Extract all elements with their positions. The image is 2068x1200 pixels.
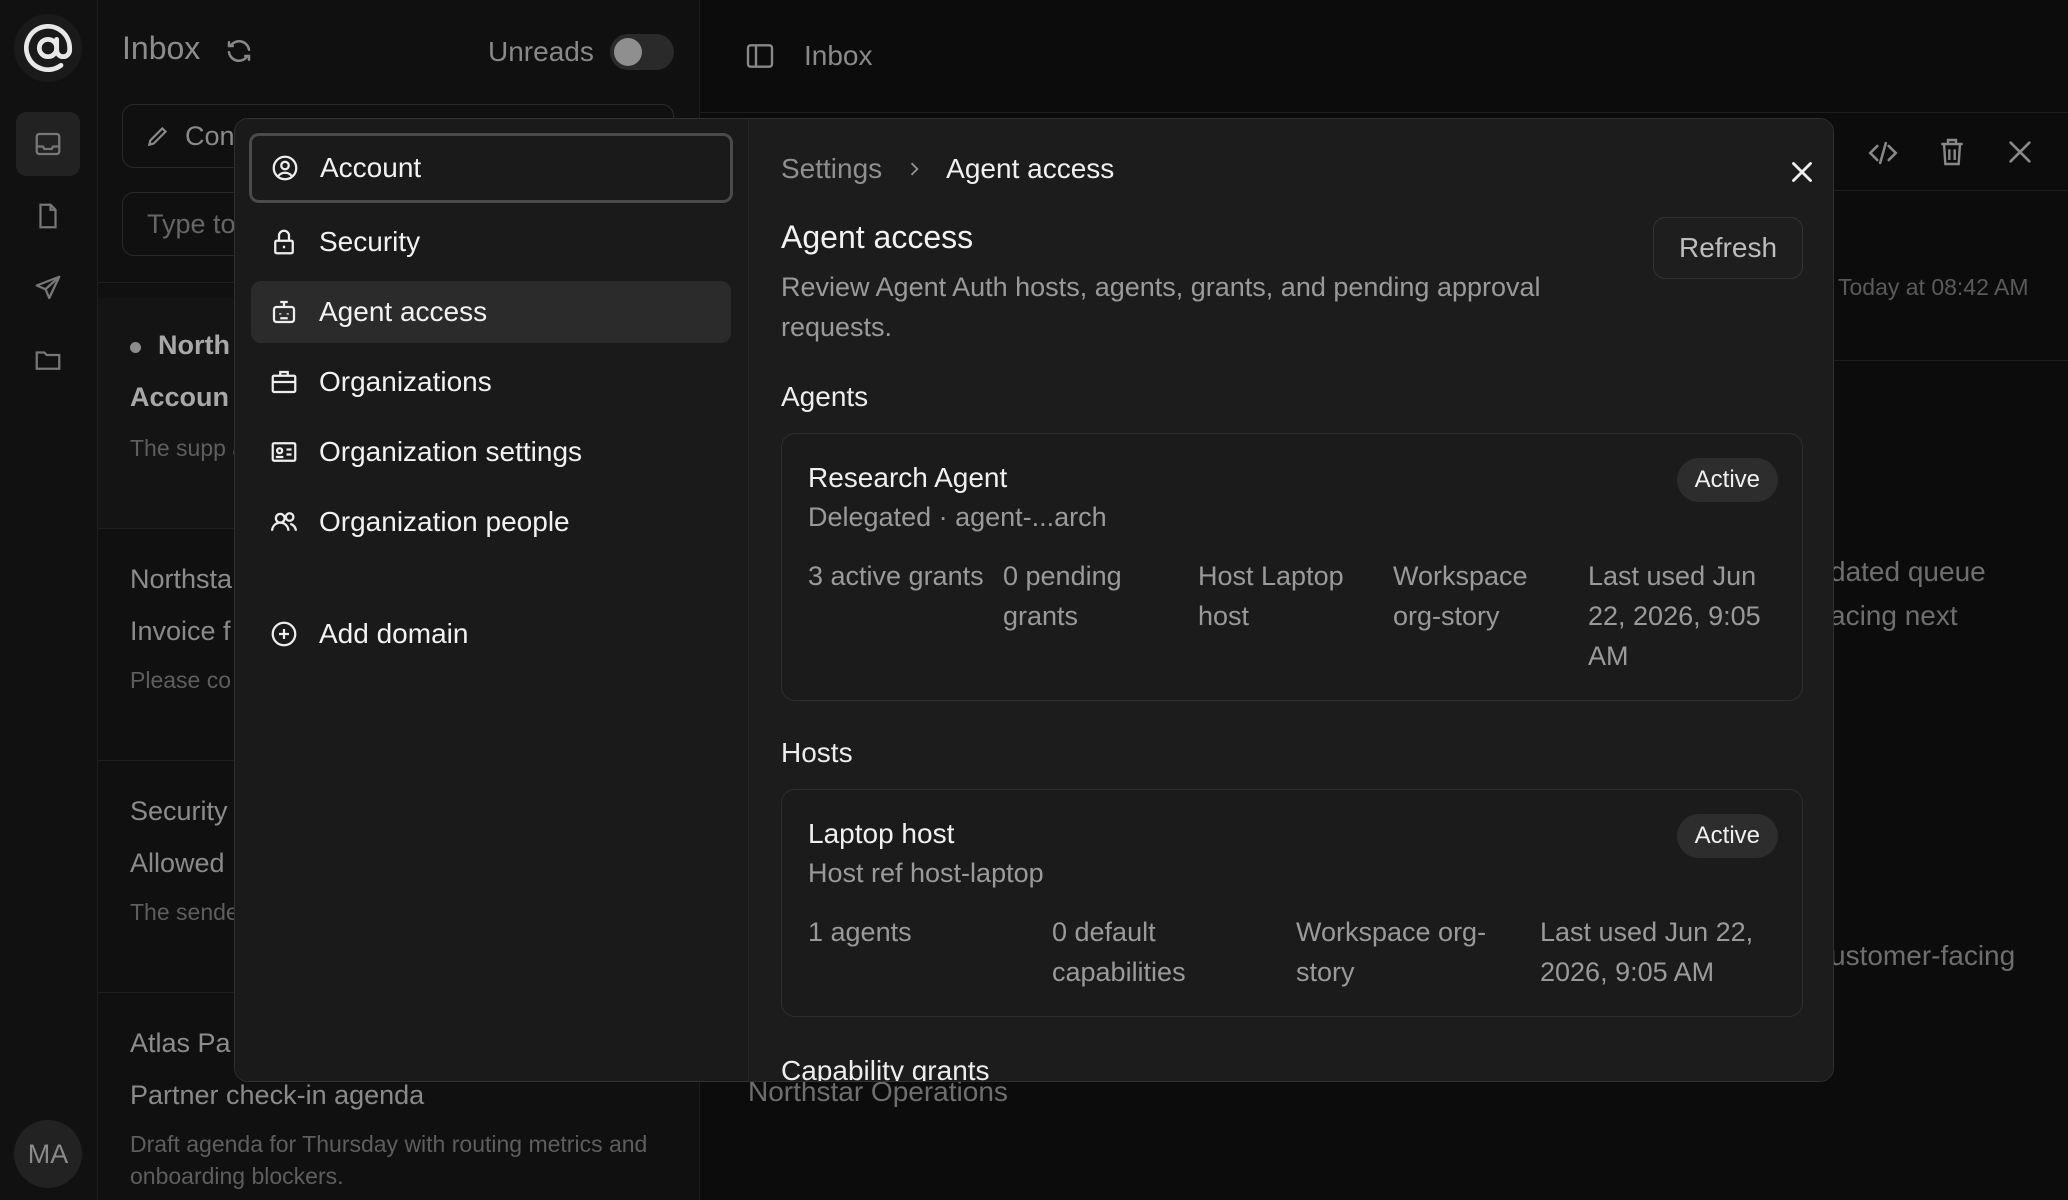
app-rail [0,0,98,1200]
send-icon[interactable] [16,256,80,320]
pencil-icon [147,126,168,147]
nav-label: Security [319,226,421,257]
settings-modal: Account Security Agent access Organizati… [234,118,1834,1082]
host-name: Laptop host [808,818,955,849]
nav-label: Organization settings [319,436,583,467]
inbox-title: Inbox [122,30,201,66]
nav-label: Agent access [319,296,488,327]
refresh-icon[interactable] [224,36,254,66]
plus-circle-icon [271,621,297,647]
agent-name: Research Agent [808,462,1008,493]
mail-subject: Accoun [130,382,230,412]
code-icon[interactable] [1866,136,1900,170]
folder-icon[interactable] [16,328,80,392]
nav-item-security[interactable]: Security [251,211,731,273]
breadcrumb-settings[interactable]: Settings [781,153,882,185]
chevron-right-icon [911,162,919,176]
host-stat: Workspace org-story [1296,917,1487,987]
avatar[interactable]: MA [14,1120,82,1188]
unreads-toggle[interactable] [610,34,674,70]
compose-label: Con [185,120,235,151]
nav-item-organization-people[interactable]: Organization people [251,491,731,553]
users-icon [271,512,297,531]
nav-item-agent-access[interactable]: Agent access [251,281,731,343]
mail-sender[interactable]: Northsta [130,564,232,595]
user-circle-icon [272,155,298,181]
add-domain-button[interactable]: Add domain [251,603,731,665]
host-stat: 1 agents [808,917,912,947]
trash-icon[interactable] [1936,136,1968,168]
page-description: Review Agent Auth hosts, agents, grants,… [781,272,1541,342]
body-text: ustomer-facing [1830,940,2016,971]
host-stat: 0 default capabilities [1052,917,1186,987]
nav-item-organizations[interactable]: Organizations [251,351,731,413]
nav-label: Organizations [319,366,492,397]
status-badge: Active [1676,458,1778,502]
nav-item-account[interactable]: Account [249,133,733,203]
mail-subject: Allowed [130,848,225,878]
section-capability-grants: Capability grants [781,1055,990,1082]
file-icon[interactable] [16,184,80,248]
settings-content: Settings Agent access Agent access Revie… [749,119,1833,1082]
mail-preview: Draft agenda for Thursday with routing m… [130,1131,648,1189]
mail-sender: North [158,330,230,360]
briefcase-icon [271,370,297,394]
status-badge: Active [1676,814,1778,858]
nav-label: Add domain [319,618,469,649]
agent-stat: Last used Jun 22, 2026, 9:05 AM [1588,561,1761,671]
id-card-icon [271,442,297,462]
divider [1820,360,2068,361]
pane-title: Inbox [804,40,873,71]
host-sub: Host ref host-laptop [808,858,1044,888]
mail-subject: Invoice f [130,616,231,646]
mail-date: Today at 08:42 AM [1838,274,2029,300]
breadcrumb: Settings Agent access [781,153,1114,185]
refresh-button[interactable]: Refresh [1653,217,1803,279]
breadcrumb-current: Agent access [946,153,1115,184]
at-sign-icon[interactable] [14,14,82,82]
nav-item-organization-settings[interactable]: Organization settings [251,421,731,483]
close-icon[interactable] [1785,155,1819,189]
agent-stat: 0 pending grants [1003,561,1122,631]
mail-subject: Partner check-in agenda [130,1080,425,1110]
agent-stat: Workspace org-story [1393,561,1528,631]
host-card[interactable]: Laptop host Host ref host-laptop Active … [781,789,1803,1017]
close-icon[interactable] [2004,136,2036,168]
agent-card[interactable]: Research Agent Delegated · agent-...arch… [781,433,1803,701]
bot-icon [272,300,296,324]
host-stat: Last used Jun 22, 2026, 9:05 AM [1540,917,1754,987]
sidebar-toggle-icon[interactable] [744,40,776,72]
nav-label: Organization people [319,506,570,537]
section-hosts: Hosts [781,737,853,768]
body-text: acing next [1830,600,1958,631]
page-title: Agent access [781,219,974,255]
lock-icon [274,229,294,255]
nav-label: Account [320,152,422,183]
agent-stat: Host Laptop host [1198,561,1344,631]
divider [1820,190,2068,191]
agent-sub: Delegated · agent-...arch [808,502,1107,532]
divider [700,112,2068,113]
unread-dot [130,342,141,353]
unreads-label: Unreads [488,36,594,67]
mail-sender[interactable]: Security [130,796,228,827]
section-agents: Agents [781,381,869,412]
settings-nav: Account Security Agent access Organizati… [235,119,749,1081]
agent-stat: 3 active grants [808,561,984,591]
body-text: dated queue [1830,556,1986,587]
mail-sender[interactable]: Atlas Pa [130,1028,231,1059]
inbox-icon[interactable] [16,112,80,176]
